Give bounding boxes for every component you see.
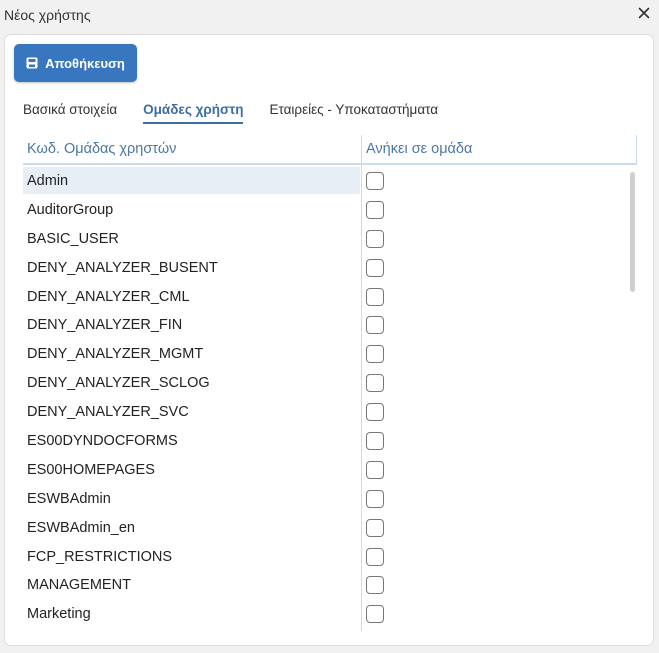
group-code-cell: DENY_ANALYZER_BUSENT <box>27 259 218 276</box>
group-code-cell: DENY_ANALYZER_FIN <box>27 317 183 334</box>
group-code-cell: DENY_ANALYZER_MGMT <box>27 346 204 363</box>
group-code-cell: Admin <box>27 173 69 189</box>
table-row[interactable]: Admin <box>23 166 637 195</box>
group-code-cell: DENY_ANALYZER_CML <box>27 288 190 305</box>
table-row[interactable]: ES00DYNDOCFORMS <box>23 426 637 455</box>
table-row[interactable]: BASIC_USER <box>23 224 637 253</box>
dialog-panel: Αποθήκευση Βασικά στοιχεία Ομάδες χρήστη Ε… <box>4 34 654 646</box>
table-row[interactable]: DENY_ANALYZER_CML <box>23 282 637 311</box>
floppy-disk-icon <box>26 57 38 69</box>
group-code-cell: FCP_RESTRICTIONS <box>27 548 173 565</box>
group-code-cell: DENY_ANALYZER_SVC <box>27 404 189 421</box>
tab-basic-info[interactable]: Βασικά στοιχεία <box>23 102 117 124</box>
save-button[interactable]: Αποθήκευση <box>14 44 137 82</box>
new-user-dialog: Νέος χρήστης Αποθήκευση Βασικά στοιχεία Ο… <box>0 0 659 653</box>
group-code-cell: BASIC_USER <box>27 230 119 247</box>
member-checkbox[interactable] <box>366 229 384 248</box>
table-row[interactable]: ESWBAdmin <box>23 484 637 513</box>
table-row[interactable]: DENY_ANALYZER_MGMT <box>23 339 637 368</box>
member-checkbox[interactable] <box>366 576 384 595</box>
table-row[interactable]: DENY_ANALYZER_FIN <box>23 310 637 339</box>
member-checkbox[interactable] <box>366 460 384 479</box>
group-code-cell: AuditorGroup <box>27 201 114 218</box>
column-header-group-code[interactable]: Κωδ. Ομάδας χρηστών <box>27 141 176 157</box>
group-code-cell: ES00DYNDOCFORMS <box>27 433 178 450</box>
tab-bar: Βασικά στοιχεία Ομάδες χρήστη Εταιρείες - … <box>23 102 464 124</box>
save-button-label: Αποθήκευση <box>45 55 125 71</box>
scrollbar-thumb[interactable] <box>630 172 635 292</box>
member-checkbox[interactable] <box>366 287 384 306</box>
member-checkbox[interactable] <box>366 172 384 190</box>
table-row[interactable]: ESWBAdmin_en <box>23 513 637 542</box>
table-row[interactable]: Marketing <box>23 599 637 628</box>
user-groups-grid: Κωδ. Ομάδας χρηστών Ανήκει σε ομάδα Admi… <box>23 135 637 631</box>
group-code-cell: DENY_ANALYZER_SCLOG <box>27 375 210 392</box>
tab-user-groups[interactable]: Ομάδες χρήστη <box>143 102 244 124</box>
table-row[interactable]: DENY_ANALYZER_SVC <box>23 397 637 426</box>
member-checkbox[interactable] <box>366 316 384 335</box>
member-checkbox[interactable] <box>366 547 384 566</box>
group-code-cell: ESWBAdmin <box>27 490 111 507</box>
member-checkbox[interactable] <box>366 403 384 422</box>
close-button[interactable] <box>635 4 653 22</box>
row-background <box>23 167 360 194</box>
group-code-cell: ES00HOMEPAGES <box>27 461 155 478</box>
table-row[interactable]: MANAGEMENT <box>23 570 637 599</box>
title-bar: Νέος χρήστης <box>0 0 659 30</box>
member-checkbox[interactable] <box>366 345 384 364</box>
table-row[interactable]: ES00HOMEPAGES <box>23 455 637 484</box>
member-checkbox[interactable] <box>366 374 384 393</box>
member-checkbox[interactable] <box>366 432 384 451</box>
group-code-cell: MANAGEMENT <box>27 577 131 594</box>
group-code-cell: Marketing <box>27 606 91 623</box>
member-checkbox[interactable] <box>366 258 384 277</box>
dialog-title: Νέος χρήστης <box>4 7 91 23</box>
member-checkbox[interactable] <box>366 489 384 508</box>
column-divider-right <box>636 135 637 165</box>
member-checkbox[interactable] <box>366 200 384 219</box>
column-header-member[interactable]: Ανήκει σε ομάδα <box>366 141 472 157</box>
scrollbar[interactable] <box>630 166 635 629</box>
grid-header: Κωδ. Ομάδας χρηστών Ανήκει σε ομάδα <box>23 135 637 165</box>
table-row[interactable]: DENY_ANALYZER_SCLOG <box>23 368 637 397</box>
member-checkbox[interactable] <box>366 518 384 537</box>
table-row[interactable]: AuditorGroup <box>23 195 637 224</box>
tab-companies-branches[interactable]: Εταιρείες - Υποκαταστήματα <box>269 102 438 124</box>
table-row[interactable]: FCP_RESTRICTIONS <box>23 542 637 571</box>
grid-body: Admin AuditorGroup BASIC_USER DENY_ANALYZER… <box>23 166 637 628</box>
table-row[interactable]: DENY_ANALYZER_BUSENT <box>23 253 637 282</box>
group-code-cell: ESWBAdmin_en <box>27 519 135 536</box>
close-icon <box>638 7 650 19</box>
member-checkbox[interactable] <box>366 605 384 624</box>
